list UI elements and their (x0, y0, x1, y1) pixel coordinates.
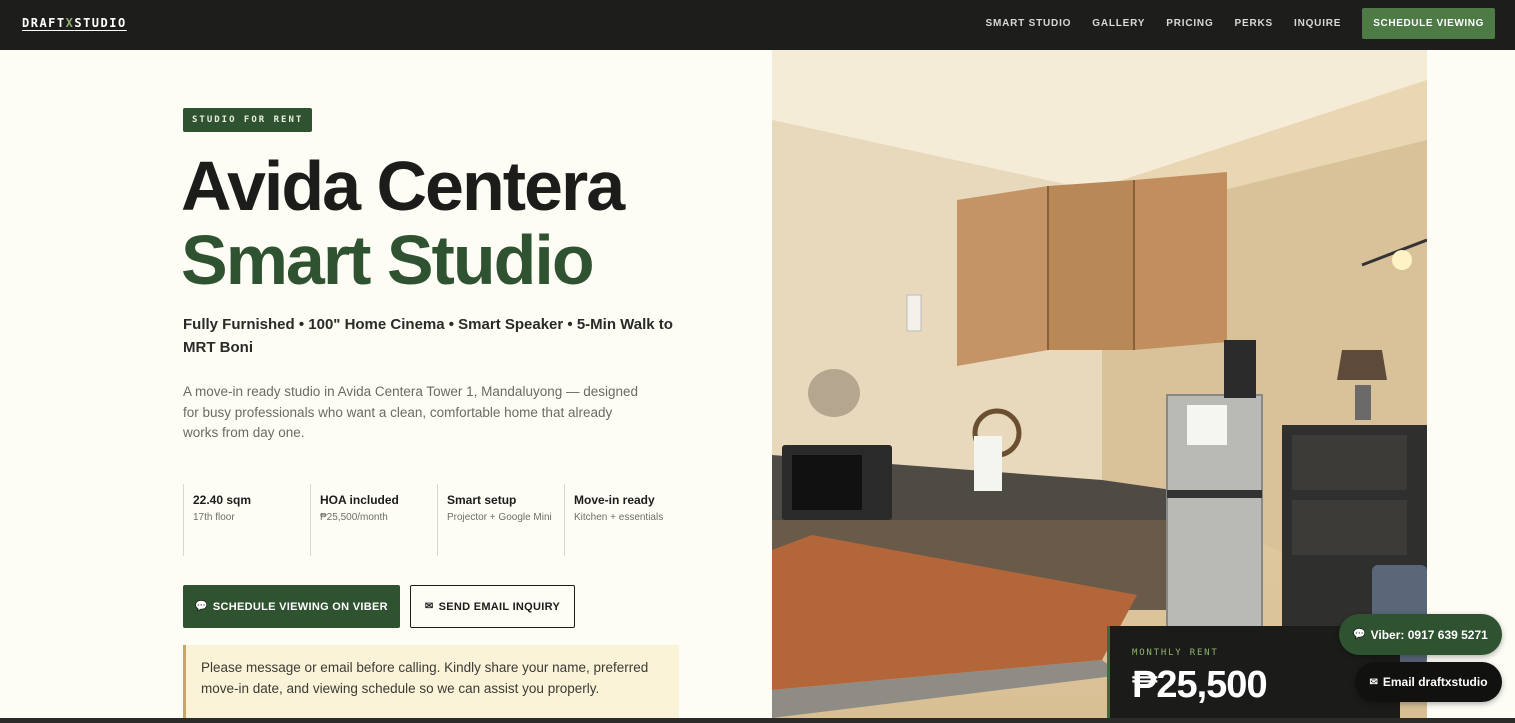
logo-text-right: STUDIO (74, 16, 127, 30)
email-float-button[interactable]: ✉ Email draftxstudio (1355, 662, 1502, 702)
hero-features: Fully Furnished • 100" Home Cinema • Sma… (183, 316, 673, 356)
stat-sub: ₱25,500/month (320, 512, 388, 523)
studio-photo-illustration (772, 50, 1427, 718)
studio-photo (772, 50, 1427, 718)
stat-move-in: Move-in ready Kitchen + essentials (564, 484, 691, 556)
site-logo[interactable]: DRAFTXSTUDIO (22, 16, 127, 30)
stat-hoa: HOA included ₱25,500/month (310, 484, 437, 556)
studio-for-rent-badge: STUDIO FOR RENT (183, 108, 313, 132)
chat-bubble-icon: 💬 (1353, 629, 1366, 640)
stat-sub: Kitchen + essentials (574, 512, 664, 523)
send-email-inquiry-button[interactable]: ✉ SEND EMAIL INQUIRY (410, 585, 575, 628)
hero-title-line2: Smart Studio (181, 221, 595, 299)
nav-link-pricing[interactable]: PRICING (1166, 18, 1213, 29)
viber-float-button[interactable]: 💬 Viber: 0917 639 5271 (1339, 614, 1502, 655)
email-float-label: Email draftxstudio (1382, 675, 1488, 689)
nav-links: SMART STUDIO GALLERY PRICING PERKS INQUI… (965, 8, 1495, 39)
button-label: SCHEDULE VIEWING ON VIBER (212, 600, 388, 613)
mail-icon: ✉ (424, 601, 434, 612)
stat-sub: Projector + Google Mini (447, 512, 552, 523)
top-nav: DRAFTXSTUDIO SMART STUDIO GALLERY PRICIN… (0, 0, 1515, 50)
stat-size: 22.40 sqm 17th floor (183, 484, 310, 556)
mail-icon: ✉ (1369, 676, 1378, 688)
viber-float-label: Viber: 0917 639 5271 (1370, 627, 1488, 642)
button-label: SEND EMAIL INQUIRY (438, 600, 561, 613)
schedule-viewing-button[interactable]: SCHEDULE VIEWING (1362, 8, 1495, 39)
stat-smart-setup: Smart setup Projector + Google Mini (437, 484, 564, 556)
hero-title-line1: Avida Centera (181, 147, 625, 225)
logo-text-left: DRAFT (22, 16, 66, 30)
stats-row: 22.40 sqm 17th floor HOA included ₱25,50… (183, 484, 691, 556)
schedule-viewing-viber-button[interactable]: 💬 SCHEDULE VIEWING ON VIBER (183, 585, 400, 628)
nav-link-inquire[interactable]: INQUIRE (1294, 18, 1341, 29)
monthly-rent-label: MONTHLY RENT (1132, 648, 1219, 658)
nav-link-perks[interactable]: PERKS (1235, 18, 1273, 29)
nav-link-smart-studio[interactable]: SMART STUDIO (986, 18, 1072, 29)
hero-description: A move-in ready studio in Avida Centera … (183, 384, 639, 440)
stat-title: 22.40 sqm (193, 493, 252, 507)
nav-link-gallery[interactable]: GALLERY (1092, 18, 1145, 29)
stat-title: HOA included (320, 493, 399, 507)
monthly-rent-price: ₱25,500 (1132, 664, 1268, 706)
stat-sub: 17th floor (193, 512, 235, 523)
bottom-strip (0, 718, 1515, 723)
chat-bubble-icon: 💬 (195, 601, 208, 612)
stat-title: Move-in ready (574, 493, 655, 507)
contact-notice: Please message or email before calling. … (183, 645, 679, 723)
stat-title: Smart setup (447, 493, 517, 507)
